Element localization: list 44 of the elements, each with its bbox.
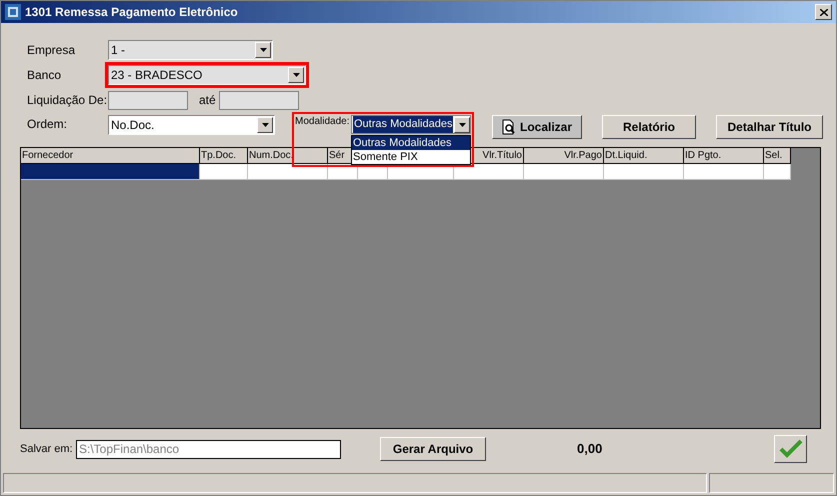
dropdown-arrow-button[interactable] [255,42,271,58]
checkmark-icon [778,439,803,459]
action-button[interactable]: Detalhar Título [716,115,823,139]
close-button[interactable] [815,4,832,20]
dropdown-arrow-button[interactable] [454,116,470,132]
caret-icon [458,122,466,126]
field-label: Ordem: [27,116,68,133]
column-header[interactable]: Sel. [764,148,791,164]
window-title: 1301 Remessa Pagamento Eletrônico [25,4,239,21]
app-icon [5,4,21,20]
caret-icon [262,123,268,127]
dropdown-field[interactable]: 1 - [108,40,273,60]
field-label: Empresa [27,42,76,59]
column-header[interactable]: Tp.Doc. [200,148,248,164]
caret-icon [260,48,266,52]
column-header[interactable]: Num.Doc. [248,148,328,164]
column-header[interactable]: Vlr.Pago [524,148,604,164]
generate-file-button[interactable]: Gerar Arquivo [380,437,486,461]
caret-icon [292,73,300,77]
date-from-field[interactable] [108,90,188,110]
search-button[interactable]: Localizar [492,115,582,139]
dropdown-field[interactable]: Outras Modalidades [351,115,471,134]
date-to-field[interactable] [219,90,299,110]
table-cell [200,164,248,180]
field-label: até [199,92,217,109]
dropdown-option[interactable]: Outras Modalidades [352,136,470,150]
path-input[interactable]: S:\TopFinan\banco [76,440,341,458]
action-button[interactable]: Relatório [602,115,696,139]
column-header[interactable]: Dt.Liquid. [604,148,684,164]
dropdown-field[interactable]: No.Doc. [108,115,275,135]
close-icon [820,8,828,16]
field-label: Modalidade: [295,115,350,129]
total-amount: 0,00 [577,440,602,458]
field-label: Banco [27,67,62,84]
search-icon [502,119,516,135]
confirm-button[interactable] [774,435,808,463]
table-cell [764,164,791,180]
field-label: Salvar em: [20,442,74,457]
dropdown-arrow-button[interactable] [288,67,304,83]
column-header[interactable]: Fornecedor [21,148,200,164]
dropdown-arrow-button[interactable] [257,117,273,133]
dropdown-field[interactable]: 23 - BRADESCO [108,65,306,85]
column-header[interactable]: ID Pgto. [684,148,764,164]
field-label: Liquidação De: [27,92,108,109]
